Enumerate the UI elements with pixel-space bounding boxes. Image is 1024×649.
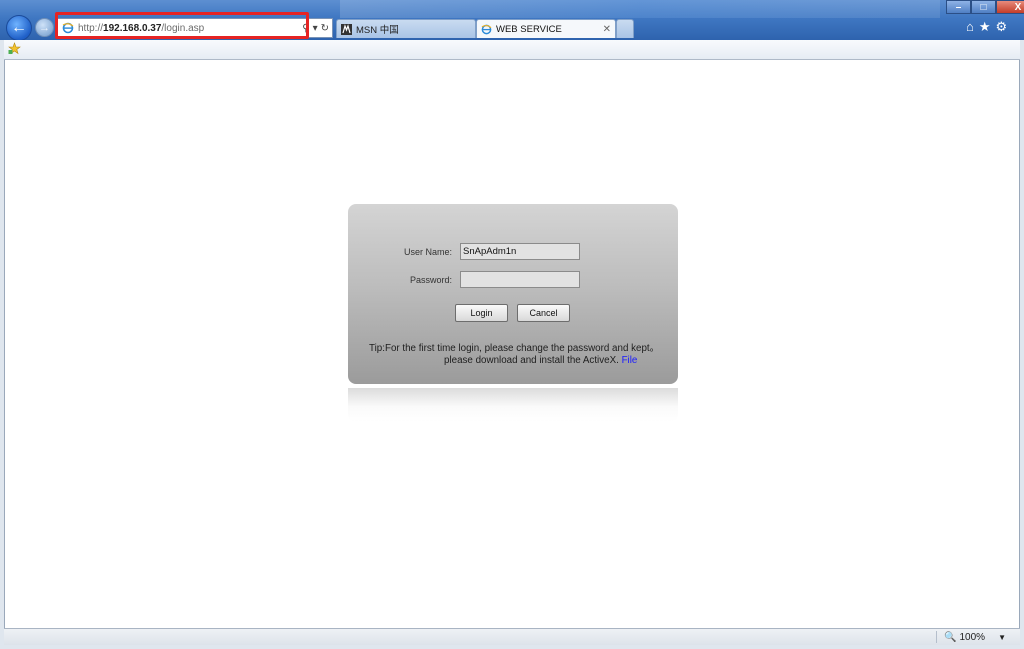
gear-icon[interactable]: ⚙ (996, 19, 1008, 35)
zoom-level: 100% (959, 631, 986, 643)
arrow-left-icon: ← (11, 19, 27, 36)
file-download-link[interactable]: File (622, 355, 638, 366)
maximize-button[interactable]: □ (971, 0, 996, 14)
activex-tip-text: please download and install the ActiveX. (444, 355, 619, 366)
msn-icon (341, 23, 352, 35)
ie-page-icon (61, 21, 75, 35)
page-content: User Name: Password: Login Cancel Tip:Fo… (4, 60, 1020, 628)
browser-tools: ⌂ ★ ⚙ (966, 19, 1007, 35)
ie-tab-icon (481, 24, 492, 35)
zoom-magnifier-icon: 🔍 (944, 631, 957, 643)
login-panel-reflection (348, 388, 678, 422)
zoom-dropdown-icon[interactable]: ▼ (998, 633, 1006, 642)
refresh-icon[interactable]: ↻ (321, 23, 329, 34)
forward-button[interactable]: → (35, 18, 54, 37)
address-bar[interactable]: http://192.168.0.37/login.asp ⚲ ▾ ↻ (57, 18, 333, 38)
login-button[interactable]: Login (455, 304, 508, 322)
maximize-icon: □ (980, 1, 987, 13)
tab-web-service-label: WEB SERVICE (496, 23, 562, 35)
cancel-button[interactable]: Cancel (517, 304, 570, 322)
status-bar: 🔍 100% ▼ (4, 628, 1020, 645)
desktop-background-strip (340, 0, 940, 18)
tip-text: Tip:For the first time login, please cha… (369, 343, 660, 354)
url-text[interactable]: http://192.168.0.37/login.asp (78, 23, 302, 34)
favorites-bar (4, 40, 1020, 60)
login-panel: User Name: Password: Login Cancel Tip:Fo… (348, 204, 678, 384)
username-row: User Name: (348, 243, 580, 260)
username-input[interactable] (460, 243, 580, 260)
activex-tip: please download and install the ActiveX.… (444, 355, 637, 366)
url-scheme: http:// (78, 22, 104, 34)
dropdown-caret-icon[interactable]: ▾ (313, 23, 318, 34)
favorites-star-icon[interactable]: ★ (979, 19, 991, 35)
password-row: Password: (348, 271, 580, 288)
search-icon[interactable]: ⚲ (302, 23, 309, 34)
zoom-control[interactable]: 🔍 100% ▼ (936, 631, 1006, 643)
close-tab-icon[interactable]: ✕ (603, 24, 611, 35)
password-label: Password: (409, 274, 452, 285)
window-controls: – □ X (946, 0, 1024, 14)
password-input[interactable] (460, 271, 580, 288)
add-favorites-icon[interactable] (8, 41, 21, 58)
arrow-right-icon: → (39, 21, 50, 34)
new-tab-button[interactable] (616, 19, 634, 38)
close-icon: X (1014, 1, 1022, 13)
back-button[interactable]: ← (6, 15, 32, 41)
tab-msn[interactable]: MSN 中国 (336, 19, 476, 38)
url-path: /login.asp (161, 22, 205, 34)
minimize-button[interactable]: – (946, 0, 971, 14)
minimize-icon: – (955, 1, 962, 13)
home-icon[interactable]: ⌂ (966, 19, 974, 35)
tab-msn-label: MSN 中国 (356, 25, 399, 36)
close-window-button[interactable]: X (996, 0, 1024, 14)
url-host: 192.168.0.37 (103, 22, 162, 34)
username-label: User Name: (403, 246, 452, 257)
tab-web-service[interactable]: WEB SERVICE ✕ (476, 19, 616, 38)
